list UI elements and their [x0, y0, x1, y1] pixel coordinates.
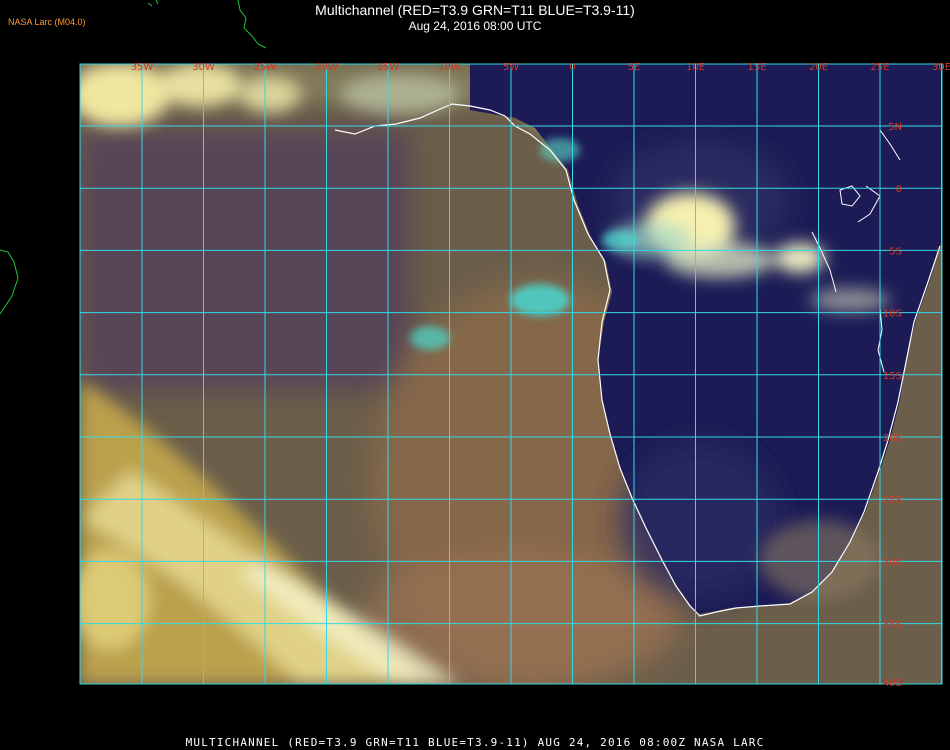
latitude-label: 15S: [883, 371, 902, 382]
latitude-label: 10S: [883, 309, 902, 320]
longitude-label: 30E: [932, 62, 950, 73]
latitude-label: 35S: [883, 620, 902, 631]
longitude-label: 15W: [377, 62, 400, 73]
longitude-label: 5W: [503, 62, 519, 73]
latitude-label: 5S: [889, 246, 902, 257]
longitude-label: 20E: [809, 62, 828, 73]
longitude-label: 10W: [438, 62, 461, 73]
latitude-label: 25S: [883, 495, 902, 506]
latitude-label: 5N: [888, 122, 902, 133]
latitude-label: 0: [896, 184, 902, 195]
longitude-label: 35W: [131, 62, 154, 73]
longitude-label: 25E: [870, 62, 889, 73]
longitude-label: 30W: [192, 62, 215, 73]
longitude-label: 20W: [315, 62, 338, 73]
longitude-label: 0: [569, 62, 575, 73]
ocean-stratocumulus-region: [80, 130, 410, 390]
satellite-map: 35W 30W 25W 20W 15W 10W 5W 0 5E 10E 15E 20E 25E 30E 35…: [0, 0, 950, 689]
latitude-label: 40S: [883, 678, 902, 689]
longitude-label: 10E: [686, 62, 705, 73]
longitude-label: 25W: [254, 62, 277, 73]
latitude-label: 30S: [883, 557, 902, 568]
satellite-imagery: [80, 64, 942, 684]
latitude-label: 20S: [883, 433, 902, 444]
footer-caption: MULTICHANNEL (RED=T3.9 GRN=T11 BLUE=T3.9…: [185, 736, 765, 749]
longitude-label: 15E: [747, 62, 766, 73]
longitude-label: 5E: [628, 62, 641, 73]
